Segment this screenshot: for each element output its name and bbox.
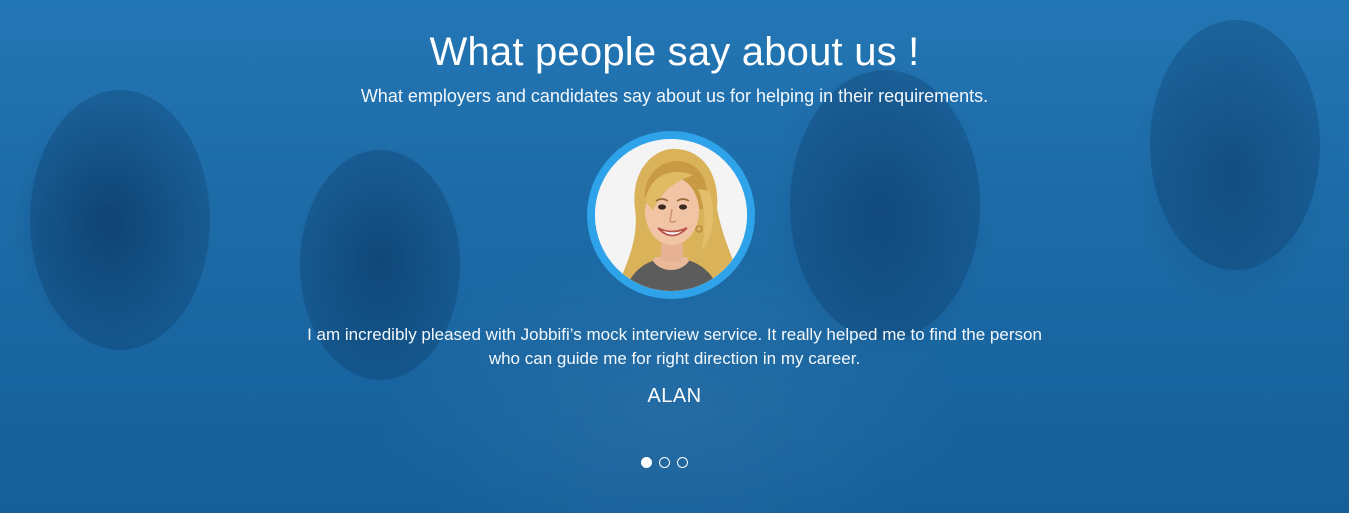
testimonial-quote: I am incredibly pleased with Jobbifi’s m… <box>307 325 1042 368</box>
testimonials-section: What people say about us ! What employer… <box>0 0 1349 513</box>
carousel-pagination <box>641 457 688 468</box>
person-portrait-icon <box>595 139 747 291</box>
testimonial-avatar <box>595 139 747 291</box>
testimonials-content: What people say about us ! What employer… <box>0 0 1349 513</box>
section-title: What people say about us ! <box>429 30 920 74</box>
testimonial-avatar-frame <box>587 131 755 299</box>
section-subtitle: What employers and candidates say about … <box>360 86 989 106</box>
carousel-dot-3[interactable] <box>677 457 688 468</box>
carousel-dot-1[interactable] <box>641 457 652 468</box>
carousel-dot-2[interactable] <box>659 457 670 468</box>
testimonial-author: ALAN <box>647 385 702 407</box>
